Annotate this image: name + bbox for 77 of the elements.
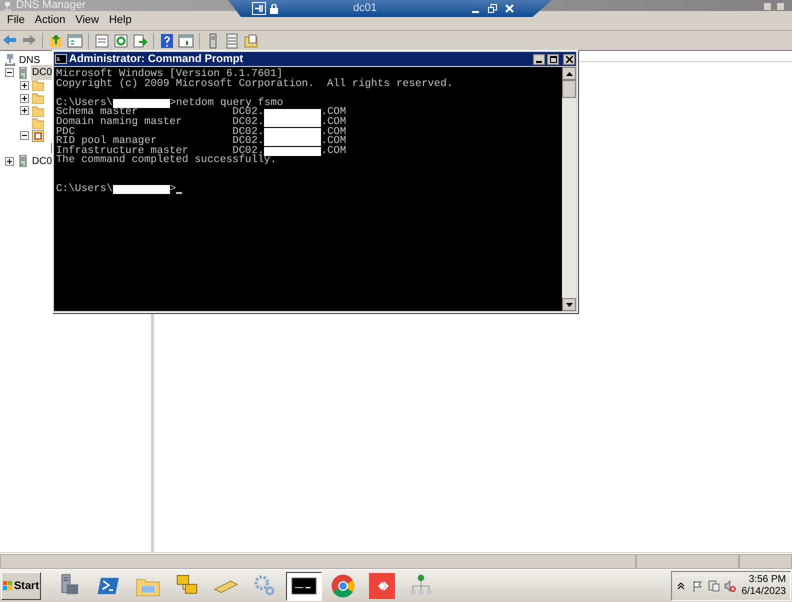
text-cursor [176,192,182,194]
lock-icon [270,4,278,14]
tree-item[interactable]: DNS [18,52,42,68]
tree-item[interactable]: DC0 [31,65,54,80]
up-arrow-icon [566,72,572,76]
console-text: Copyright (c) 2009 Microsoft Corporation. All rights reserved. [56,80,453,90]
log-icon [32,130,44,142]
details-icon[interactable] [178,32,194,48]
redaction-block [112,185,170,194]
dns-icon [3,2,12,11]
console-text: >netdom query fsmo [170,98,284,108]
expand-icon[interactable] [20,106,29,116]
collapse-icon[interactable] [20,131,29,140]
flag-icon[interactable] [692,580,704,592]
console-text: .COM [320,118,346,128]
close-icon[interactable] [505,4,514,13]
console-text: .COM [320,146,346,156]
close-button[interactable] [563,54,575,64]
network-icon[interactable] [708,580,720,592]
menu-item[interactable]: Help [104,12,137,29]
down-arrow-icon [566,302,572,306]
show-tree-icon[interactable] [67,32,83,48]
window-title: DNS Manager [16,0,86,11]
console-title: Administrator: Command Prompt [69,53,244,65]
list-icon[interactable] [224,32,240,48]
properties-icon[interactable] [94,32,110,48]
folder-icon [32,117,44,130]
console-text: The command completed successfully. [56,156,277,166]
dns-icon [4,54,16,66]
expand-icon[interactable] [20,80,29,90]
refresh-icon[interactable] [113,32,129,48]
help-icon[interactable] [159,32,175,48]
server-icon [17,66,29,79]
speaker-muted-icon[interactable] [724,580,736,592]
console-text: Domain naming master DC02. [56,118,264,128]
pin-icon[interactable] [252,2,266,15]
redaction-block [264,137,321,146]
redaction-block [112,99,170,108]
console-text: .COM [320,108,346,118]
menu-item[interactable]: File [2,12,30,29]
redaction-block [264,108,321,118]
connection-title: dc01 [353,1,377,16]
console-text: .COM [320,128,346,138]
restore-button[interactable] [776,2,785,11]
scroll-down-button[interactable] [562,298,576,311]
anydesk-icon [369,573,395,599]
clock[interactable]: 3:56 PM 6/14/2023 [742,574,786,598]
console-icon [55,54,67,64]
chrome-icon [330,573,356,599]
scroll-up-button[interactable] [562,67,576,80]
restore-icon[interactable] [488,4,497,13]
folder-icon [32,92,44,104]
console-text: C:\Users\ [56,185,113,195]
redaction-block [264,128,321,137]
tree-item[interactable]: DC0 [31,154,54,169]
scroll-thumb[interactable] [562,80,576,98]
maximize-button[interactable] [547,54,559,64]
start-button[interactable]: Start [1,572,41,600]
scroll-bar[interactable] [562,67,576,311]
redaction-block [264,118,321,128]
menu-item[interactable]: View [70,12,104,29]
minimize-button[interactable] [533,54,545,64]
taskbar-button[interactable] [286,572,322,600]
folder-icon [32,104,44,117]
export-icon[interactable] [132,32,148,48]
server-icon [17,155,29,168]
folder-icon [32,79,44,92]
folder-icon[interactable] [243,32,259,48]
menu-item[interactable]: Action [30,12,70,29]
console-text: .COM [320,137,346,147]
windows-logo-icon [3,580,13,592]
collapse-icon[interactable] [5,68,14,78]
close-icon [566,56,572,62]
expand-icon[interactable] [20,94,29,103]
expand-icon[interactable] [5,156,14,166]
console-text: > [170,185,176,195]
up-icon[interactable] [48,32,64,48]
